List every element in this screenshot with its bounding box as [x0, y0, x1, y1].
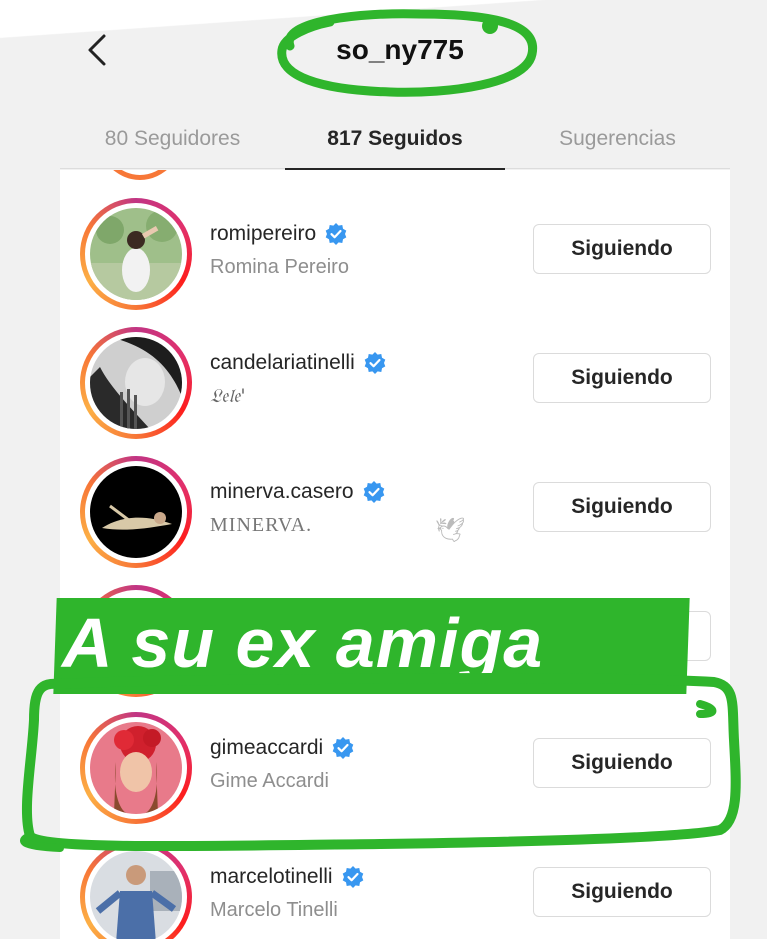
avatar[interactable]: [90, 337, 182, 429]
following-button[interactable]: Siguiendo: [533, 738, 711, 788]
verified-badge-icon: [332, 737, 354, 759]
username-text: marcelotinelli: [210, 865, 333, 888]
username[interactable]: candelariatinelli: [210, 351, 387, 375]
following-button[interactable]: Siguiendo: [533, 224, 711, 274]
tab-following[interactable]: 817 Seguidos: [285, 110, 505, 168]
list-item[interactable]: romipereiro Romina Pereiro Siguiendo: [60, 198, 730, 326]
dove-emoji: 🕊: [435, 517, 466, 544]
caption-text: A su ex amiga: [62, 604, 544, 682]
avatar-ring: [80, 712, 192, 824]
username-text: romipereiro: [210, 222, 317, 245]
username[interactable]: romipereiro: [210, 222, 348, 246]
avatar-ring: [80, 327, 192, 439]
tab-suggestions[interactable]: Sugerencias: [505, 110, 730, 168]
full-name: MINERVA.: [210, 514, 313, 536]
full-name: 𝔏𝔢𝔩𝔢': [210, 385, 246, 407]
following-list: romipereiro Romina Pereiro Siguiendo can…: [60, 170, 730, 939]
avatar-ring: [80, 456, 192, 568]
following-button[interactable]: Siguiendo: [533, 867, 711, 917]
username-text: minerva.casero: [210, 480, 354, 503]
chevron-left-icon[interactable]: [82, 30, 112, 70]
username[interactable]: marcelotinelli: [210, 865, 365, 889]
avatar[interactable]: [90, 722, 182, 814]
list-item[interactable]: marcelotinelli Marcelo Tinelli Siguiendo: [60, 841, 730, 939]
list-item[interactable]: gimeaccardi Gime Accardi Siguiendo: [60, 712, 730, 840]
following-button[interactable]: Siguiendo: [533, 482, 711, 532]
avatar-ring: [80, 198, 192, 310]
username-text: candelariatinelli: [210, 351, 355, 374]
verified-badge-icon: [364, 352, 386, 374]
list-item[interactable]: candelariatinelli 𝔏𝔢𝔩𝔢' Siguiendo: [60, 327, 730, 455]
avatar[interactable]: [90, 208, 182, 300]
verified-badge-icon: [325, 223, 347, 245]
full-name: Romina Pereiro: [210, 256, 349, 278]
avatar[interactable]: [90, 466, 182, 558]
full-name: Marcelo Tinelli: [210, 899, 338, 921]
list-item[interactable]: minerva.casero MINERVA. 🕊 Siguiendo: [60, 456, 730, 584]
username-text: gimeaccardi: [210, 736, 324, 759]
tab-bar: 80 Seguidores 817 Seguidos Sugerencias: [60, 110, 730, 170]
green-circle-marker: [277, 9, 538, 97]
username[interactable]: gimeaccardi: [210, 736, 355, 760]
verified-badge-icon: [342, 866, 363, 888]
full-name: Gime Accardi: [210, 770, 329, 792]
following-button[interactable]: Siguiendo: [533, 353, 711, 403]
username[interactable]: minerva.casero: [210, 480, 386, 504]
avatar[interactable]: [90, 851, 182, 939]
verified-badge-icon: [363, 481, 384, 503]
avatar-ring: [80, 841, 192, 939]
tab-followers[interactable]: 80 Seguidores: [60, 110, 285, 168]
header: so_ny775: [0, 0, 767, 100]
avatar-partial: [95, 170, 185, 180]
